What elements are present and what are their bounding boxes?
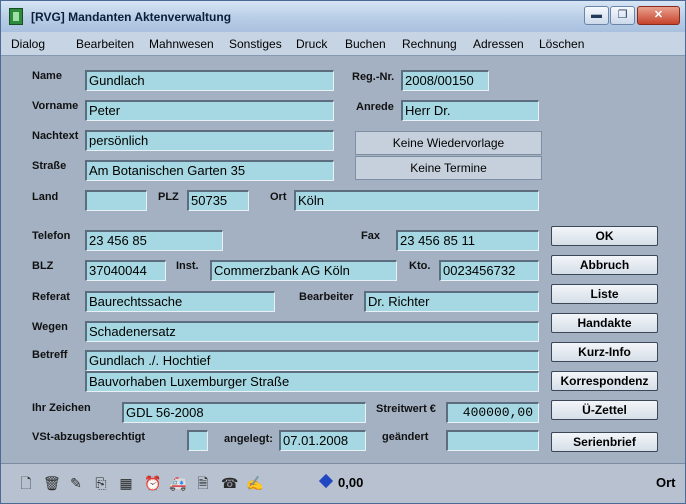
notepad-icon[interactable]: ✍ — [246, 474, 263, 492]
menu-bar: Dialog Bearbeiten Mahnwesen Sonstiges Dr… — [1, 32, 685, 56]
blz-label: BLZ — [32, 260, 54, 272]
wiedervorlage-button[interactable]: Keine Wiedervorlage — [355, 131, 542, 155]
title-bar: [RVG] Mandanten Aktenverwaltung ▬ ❐ ✕ — [1, 1, 685, 33]
angelegt-field[interactable]: 07.01.2008 — [279, 430, 366, 451]
wegen-label: Wegen — [32, 321, 68, 333]
inst-label: Inst. — [176, 260, 199, 272]
alarm-clock-icon[interactable]: ⏰ — [144, 474, 161, 492]
trash-icon[interactable]: 🗑 — [43, 474, 61, 492]
app-icon — [9, 8, 23, 25]
menu-rechnung[interactable]: Rechnung — [402, 37, 457, 51]
menu-loeschen[interactable]: Löschen — [539, 37, 584, 51]
fax-field[interactable]: 23 456 85 11 — [396, 230, 539, 251]
diamond-icon — [318, 473, 334, 489]
ihr-zeichen-field[interactable]: GDL 56-2008 — [122, 402, 366, 423]
copy-icon[interactable]: ⎘ — [94, 474, 108, 492]
termine-button[interactable]: Keine Termine — [355, 156, 542, 180]
menu-buchen[interactable]: Buchen — [345, 37, 386, 51]
name-label: Name — [32, 70, 62, 82]
handakte-button[interactable]: Handakte — [551, 313, 658, 333]
angelegt-label: angelegt: — [224, 433, 273, 445]
vorname-label: Vorname — [32, 100, 79, 112]
maximize-button[interactable]: ❐ — [610, 6, 635, 25]
kurz-info-button[interactable]: Kurz-Info — [551, 342, 658, 362]
telephone-icon[interactable]: ☎ — [221, 474, 238, 492]
betreff-line2-field[interactable]: Bauvorhaben Luxemburger Straße — [85, 371, 539, 392]
strasse-label: Straße — [32, 160, 67, 172]
referat-field[interactable]: Baurechtssache — [85, 291, 275, 312]
fax-label: Fax — [361, 230, 380, 242]
referat-label: Referat — [32, 291, 70, 303]
vst-field[interactable] — [187, 430, 208, 451]
nachtext-field[interactable]: persönlich — [85, 130, 334, 151]
betreff-line1-field[interactable]: Gundlach ./. Hochtief — [85, 350, 539, 371]
menu-adressen[interactable]: Adressen — [473, 37, 524, 51]
status-bar: 🗋 🗑 ✎ ⎘ ▦ ⏰ 🚑 🗎 ☎ ✍ 0,00 Ort — [1, 463, 685, 503]
korrespondenz-button[interactable]: Korrespondenz — [551, 371, 658, 391]
blz-field[interactable]: 37040044 — [85, 260, 166, 281]
telefon-field[interactable]: 23 456 85 — [85, 230, 223, 251]
serienbrief-button[interactable]: Serienbrief — [551, 432, 658, 452]
geaendert-field[interactable] — [446, 430, 539, 451]
betreff-label: Betreff — [32, 349, 68, 361]
land-field[interactable] — [85, 190, 147, 211]
liste-button[interactable]: Liste — [551, 284, 658, 304]
menu-sonstiges[interactable]: Sonstiges — [229, 37, 282, 51]
ort-field[interactable]: Köln — [294, 190, 539, 211]
page-icon[interactable]: 🗎 — [196, 474, 210, 492]
vst-label: VSt-abzugsberechtigt — [32, 431, 146, 443]
ort-label: Ort — [270, 191, 287, 203]
regnr-field[interactable]: 2008/00150 — [401, 70, 489, 91]
wegen-field[interactable]: Schadenersatz — [85, 321, 539, 342]
plz-field[interactable]: 50735 — [187, 190, 249, 211]
main-window: [RVG] Mandanten Aktenverwaltung ▬ ❐ ✕ Di… — [0, 0, 686, 504]
inst-field[interactable]: Commerzbank AG Köln — [210, 260, 397, 281]
anrede-field[interactable]: Herr Dr. — [401, 100, 539, 121]
bearbeiter-field[interactable]: Dr. Richter — [364, 291, 539, 312]
edit-icon[interactable]: ✎ — [69, 474, 83, 492]
ue-zettel-button[interactable]: Ü-Zettel — [551, 400, 658, 420]
bearbeiter-label: Bearbeiter — [299, 291, 354, 303]
kto-field[interactable]: 0023456732 — [439, 260, 539, 281]
calculator-icon[interactable]: ▦ — [119, 474, 133, 492]
name-field[interactable]: Gundlach — [85, 70, 334, 91]
plz-label: PLZ — [158, 191, 179, 203]
menu-dialog[interactable]: Dialog — [11, 37, 45, 51]
abbruch-button[interactable]: Abbruch — [551, 255, 658, 275]
ambulance-icon[interactable]: 🚑 — [169, 474, 186, 492]
menu-bearbeiten[interactable]: Bearbeiten — [76, 37, 134, 51]
new-document-icon[interactable]: 🗋 — [19, 474, 33, 492]
geaendert-label: geändert — [382, 431, 429, 443]
streitwert-field[interactable]: 400000,00 — [446, 402, 539, 423]
kto-label: Kto. — [409, 260, 431, 272]
telefon-label: Telefon — [32, 230, 71, 242]
menu-mahnwesen[interactable]: Mahnwesen — [149, 37, 214, 51]
vorname-field[interactable]: Peter — [85, 100, 334, 121]
status-amount: 0,00 — [338, 475, 364, 490]
menu-druck[interactable]: Druck — [296, 37, 327, 51]
ihr-zeichen-label: Ihr Zeichen — [32, 402, 91, 414]
close-button[interactable]: ✕ — [637, 6, 680, 25]
window-title: [RVG] Mandanten Aktenverwaltung — [31, 10, 232, 24]
land-label: Land — [32, 191, 59, 203]
streitwert-label: Streitwert € — [376, 403, 436, 415]
strasse-field[interactable]: Am Botanischen Garten 35 — [85, 160, 334, 181]
minimize-button[interactable]: ▬ — [584, 6, 609, 25]
status-mode: Ort — [656, 475, 676, 490]
ok-button[interactable]: OK — [551, 226, 658, 246]
anrede-label: Anrede — [356, 101, 394, 113]
regnr-label: Reg.-Nr. — [352, 71, 395, 83]
nachtext-label: Nachtext — [32, 130, 79, 142]
